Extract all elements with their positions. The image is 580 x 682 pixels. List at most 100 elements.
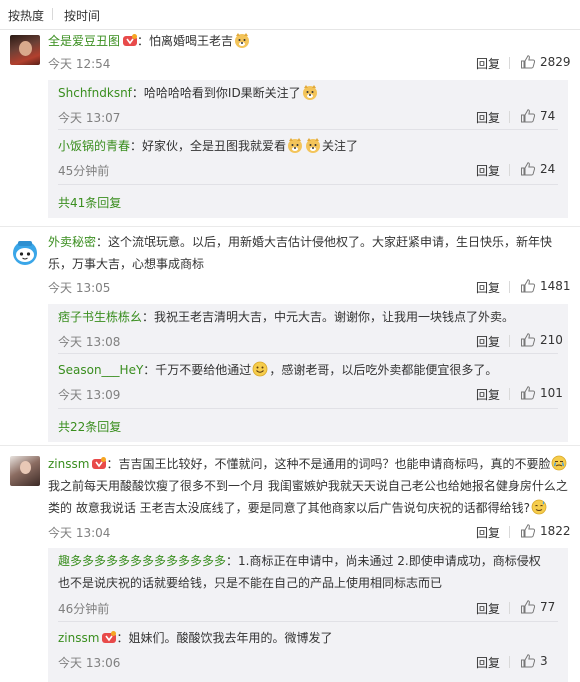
comment-time: 今天 12:54 <box>48 57 111 71</box>
tab-by-time[interactable]: 按时间 <box>64 7 100 24</box>
reply-text: ：千万不要给他通过 <box>143 363 252 377</box>
like-count: 74 <box>540 109 556 123</box>
username-link[interactable]: zinssm <box>58 631 99 645</box>
reply-list: Shchfndksnf：哈哈哈哈看到你ID果断关注了 今天 13:07 回复 7… <box>48 80 568 218</box>
reply-text-end: ，感谢老哥，以后吃外卖都能便宜很多了。 <box>269 363 498 377</box>
reply-text-row: 趣多多多多多多多多多多多多多：1.商标正在申请中，尚未通过 2.即使申请成功，商… <box>58 552 541 570</box>
vip-badge-icon <box>102 631 117 644</box>
sweat-emoji-icon <box>531 499 547 515</box>
reply-text-row: Season___HeY：千万不要给他通过 ，感谢老哥，以后吃外卖都能便宜很多了。 <box>58 361 497 379</box>
divider <box>58 408 558 409</box>
reply-button[interactable]: 回复 <box>476 333 500 350</box>
like-button[interactable]: 1481 <box>520 278 572 294</box>
like-button[interactable]: 77 <box>520 599 564 615</box>
divider <box>0 226 580 227</box>
reply-button[interactable]: 回复 <box>476 524 500 541</box>
reply-text-row: 痞子书生栋栋幺：我祝王老吉清明大吉，中元大吉。谢谢你，让我用一块钱点了外卖。 <box>58 308 514 326</box>
reply-text: 也不是说庆祝的话就要给钱，只是不能在自己的产品上使用相同标志而已 <box>58 576 443 590</box>
like-count: 1481 <box>540 279 571 293</box>
like-count: 24 <box>540 162 556 176</box>
like-button[interactable]: 24 <box>520 161 564 177</box>
thumbs-up-icon <box>521 55 536 69</box>
comment-text: 类的 故意我说话 王老吉太没底线了，要是同意了其他商家以后广告说句庆祝的话都得给… <box>48 501 531 515</box>
reply-button[interactable]: 回复 <box>476 55 500 72</box>
comment-text: 我之前每天用酸酸饮瘦了很多不到一个月 我闺蜜嫉妒我就天天说自己老公也给她报名健身… <box>48 479 568 493</box>
thumbs-up-icon <box>521 109 536 123</box>
username-link[interactable]: zinssm <box>48 457 89 471</box>
divider <box>0 29 580 30</box>
delivery-mascot-icon <box>13 241 37 265</box>
username-link[interactable]: Season___HeY <box>58 363 143 377</box>
reply-button[interactable]: 回复 <box>476 162 500 179</box>
username-link[interactable]: 全是爱豆丑图 <box>48 34 120 48</box>
reply-button[interactable]: 回复 <box>476 654 500 671</box>
reply-text: ：我祝王老吉清明大吉，中元大吉。谢谢你，让我用一块钱点了外卖。 <box>142 310 515 324</box>
like-button[interactable]: 2829 <box>520 54 572 70</box>
reply-text-row: 小饭锅的青春：好家伙，全是丑图我就爱看 关注了 <box>58 137 358 155</box>
comment-time: 今天 13:04 <box>48 526 111 540</box>
username-link[interactable]: 趣多多多多多多多多多多多多多 <box>58 554 226 568</box>
comment-time: 今天 13:05 <box>48 281 111 295</box>
reply-button[interactable]: 回复 <box>476 279 500 296</box>
action-divider <box>509 526 510 538</box>
smile-emoji-icon <box>252 361 268 377</box>
divider <box>58 353 558 354</box>
like-button[interactable]: 74 <box>520 108 564 124</box>
avatar[interactable] <box>10 35 40 65</box>
reply-text: ：哈哈哈哈看到你ID果断关注了 <box>131 86 301 100</box>
reply-time: 46分钟前 <box>58 602 110 616</box>
action-divider <box>509 164 510 176</box>
action-divider <box>509 388 510 400</box>
reply-button[interactable]: 回复 <box>476 386 500 403</box>
action-divider <box>509 335 510 347</box>
thumbs-up-icon <box>521 162 536 176</box>
thumbs-up-icon <box>521 386 536 400</box>
action-divider <box>509 656 510 668</box>
divider <box>58 621 558 622</box>
avatar[interactable] <box>10 456 40 486</box>
like-button[interactable]: 3 <box>520 653 564 669</box>
comment-text: ：这个流氓玩意。以后，用新婚大吉估计侵他权了。大家赶紧申请，生日快乐，新年快 <box>96 235 553 249</box>
vip-badge-icon <box>123 34 138 47</box>
sort-tabs: 按热度 按时间 <box>0 0 580 30</box>
view-more-replies-link[interactable]: 共41条回复 <box>58 194 121 211</box>
comment-text: 乐，万事大吉，心想事成商标 <box>48 257 205 271</box>
doge-emoji-icon <box>305 137 321 153</box>
comment-text: ：吉吉国王比较好，不懂就问，这种不是通用的词吗？也能申请商标吗，真的不要脸 <box>106 457 551 471</box>
comment-text-row: 全是爱豆丑图 ：怕离婚喝王老吉 <box>48 32 251 50</box>
like-count: 77 <box>540 600 556 614</box>
like-button[interactable]: 101 <box>520 385 564 401</box>
reply-text-row: 也不是说庆祝的话就要给钱，只是不能在自己的产品上使用相同标志而已 <box>58 574 442 592</box>
reply-time: 今天 13:07 <box>58 111 121 125</box>
username-link[interactable]: 痞子书生栋栋幺 <box>58 310 142 324</box>
username-link[interactable]: 小饭锅的青春 <box>58 139 130 153</box>
username-link[interactable]: Shchfndksnf <box>58 86 132 100</box>
like-count: 2829 <box>540 55 571 69</box>
divider <box>0 445 580 446</box>
reply-list: 趣多多多多多多多多多多多多多：1.商标正在申请中，尚未通过 2.即使申请成功，商… <box>48 548 568 682</box>
thumbs-up-icon <box>521 279 536 293</box>
divider <box>58 129 558 130</box>
reply-time: 45分钟前 <box>58 164 110 178</box>
comment-text-row: 类的 故意我说话 王老吉太没底线了，要是同意了其他商家以后广告说句庆祝的话都得给… <box>48 499 548 517</box>
reply-time: 今天 13:08 <box>58 335 121 349</box>
tab-by-hot[interactable]: 按热度 <box>8 7 44 24</box>
view-more-replies-link[interactable]: 共22条回复 <box>58 418 121 435</box>
crying-emoji-icon <box>551 455 567 471</box>
action-divider <box>509 281 510 293</box>
reply-button[interactable]: 回复 <box>476 600 500 617</box>
reply-button[interactable]: 回复 <box>476 109 500 126</box>
like-button[interactable]: 1822 <box>520 523 572 539</box>
like-button[interactable]: 210 <box>520 332 564 348</box>
tab-divider <box>52 8 53 20</box>
avatar[interactable] <box>10 237 40 267</box>
thumbs-up-icon <box>521 524 536 538</box>
comment-text: ：怕离婚喝王老吉 <box>137 34 234 48</box>
reply-text: ：姐妹们。酸酸饮我去年用的。微博发了 <box>116 631 333 645</box>
reply-text-end: 关注了 <box>322 139 359 153</box>
username-link[interactable]: 外卖秘密 <box>48 235 96 249</box>
reply-list: 痞子书生栋栋幺：我祝王老吉清明大吉，中元大吉。谢谢你，让我用一块钱点了外卖。 今… <box>48 304 568 442</box>
action-divider <box>509 602 510 614</box>
like-count: 3 <box>540 654 548 668</box>
comment-text-row: 我之前每天用酸酸饮瘦了很多不到一个月 我闺蜜嫉妒我就天天说自己老公也给她报名健身… <box>48 477 568 495</box>
